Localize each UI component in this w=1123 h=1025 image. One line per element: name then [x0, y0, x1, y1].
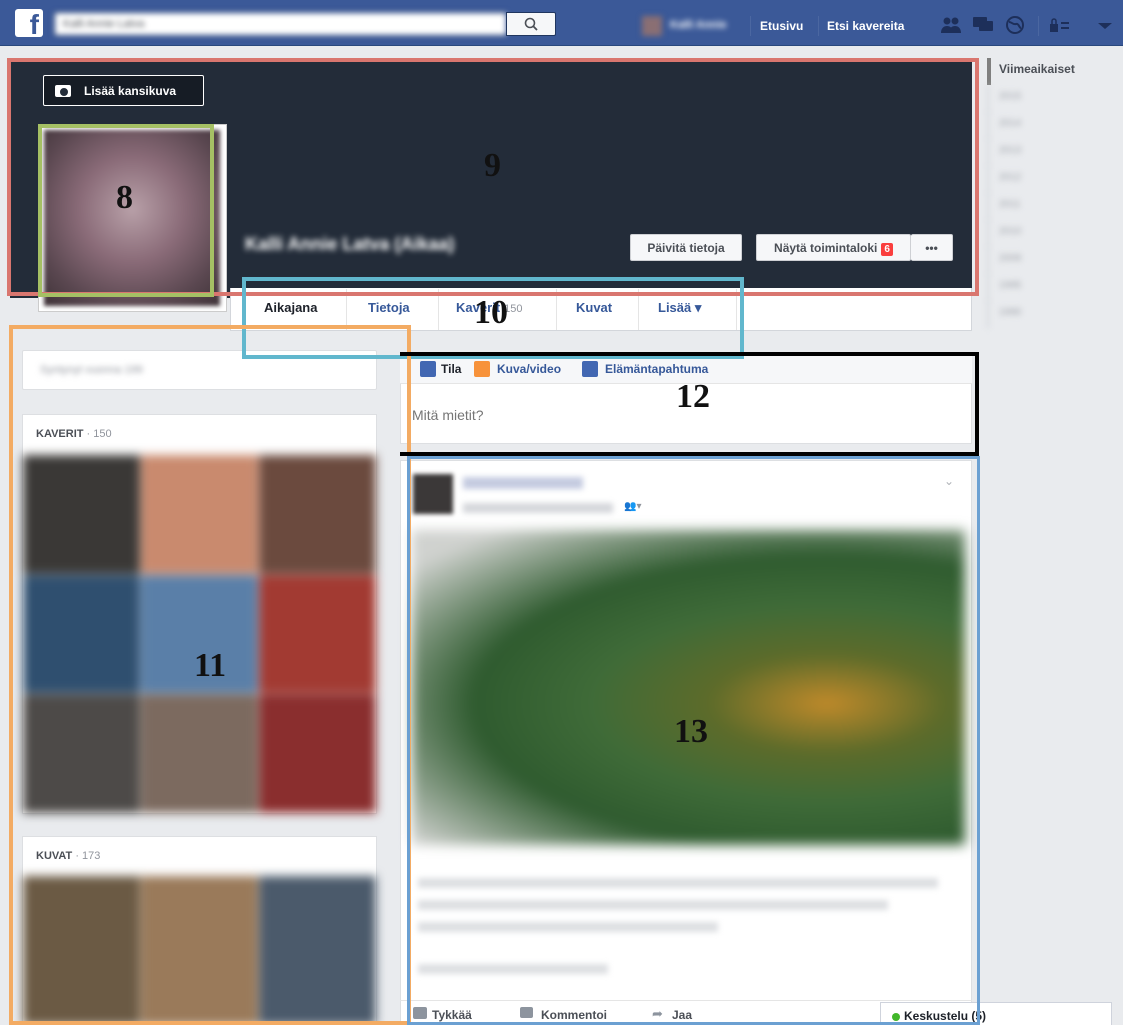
account-menu-chevron-down-icon[interactable]	[1094, 16, 1116, 34]
nav-divider	[750, 16, 751, 36]
year-item[interactable]: 1995	[987, 274, 1123, 301]
year-item[interactable]: 1990	[987, 301, 1123, 328]
user-name-link[interactable]: Kalli Annie	[670, 19, 726, 31]
friend-requests-icon[interactable]	[940, 16, 962, 34]
nav-divider	[818, 16, 819, 36]
annotation-label-9: 9	[484, 147, 501, 184]
nav-divider	[1038, 16, 1039, 36]
annotation-label-10: 10	[474, 294, 508, 331]
annotation-label-11: 11	[194, 647, 227, 684]
messages-icon[interactable]	[972, 16, 994, 34]
search-icon	[524, 17, 538, 31]
year-item[interactable]: 2012	[987, 166, 1123, 193]
search-input[interactable]	[54, 12, 506, 36]
facebook-logo-icon[interactable]: f	[15, 9, 43, 40]
annotation-label-12: 12	[676, 378, 710, 415]
year-item[interactable]: 2015	[987, 85, 1123, 112]
year-scrubber: Viimeaikaiset 2015 2014 2013 2012 2011 2…	[987, 58, 1123, 328]
nav-home-link[interactable]: Etusivu	[760, 19, 803, 33]
year-item[interactable]: 2014	[987, 112, 1123, 139]
annotation-label-13: 13	[674, 713, 708, 750]
year-item[interactable]: 2013	[987, 139, 1123, 166]
year-item[interactable]: 2009	[987, 247, 1123, 274]
annotation-label-8: 8	[116, 179, 133, 216]
nav-find-friends-link[interactable]: Etsi kavereita	[827, 19, 904, 33]
search-button[interactable]	[506, 12, 556, 36]
year-item-recent[interactable]: Viimeaikaiset	[987, 58, 1123, 85]
year-item[interactable]: 2011	[987, 193, 1123, 220]
year-item[interactable]: 2010	[987, 220, 1123, 247]
privacy-shortcuts-icon[interactable]	[1048, 16, 1070, 34]
logo-letter: f	[29, 9, 39, 40]
notifications-globe-icon[interactable]	[1004, 16, 1026, 34]
user-avatar[interactable]	[642, 16, 662, 36]
